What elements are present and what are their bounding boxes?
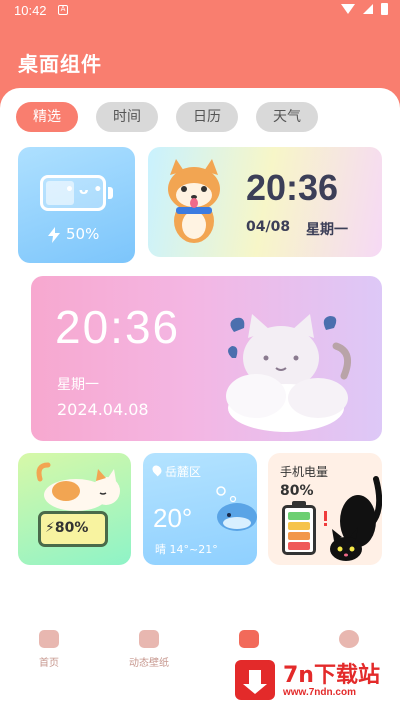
status-icons [341,3,388,15]
clock-weekday: 星期一 [306,222,348,238]
cat-battery-level: ⚡80% [38,511,108,547]
battery-bar [288,532,310,540]
status-time: 10:42 [14,3,47,18]
lightning-icon [48,227,60,243]
signal-icon [363,4,373,14]
wifi-icon [341,4,355,14]
nav-profile[interactable] [314,630,384,654]
tab-weather[interactable]: 天气 [256,102,318,132]
widgets-icon [239,630,259,648]
clock-time: 20:36 [246,167,339,208]
image-icon [139,630,159,648]
battery-percent: 50% [66,225,100,243]
battery-icon [381,3,388,15]
arrow-head [243,684,267,694]
battery-bar [288,522,310,530]
cat-cloud-icon [226,314,352,432]
location-pin-icon [150,463,164,477]
tab-calendar[interactable]: 日历 [176,102,238,132]
nav-label: 首页 [39,658,59,669]
battery-percent: ⚡80% [45,520,89,536]
tab-featured[interactable]: 精选 [16,102,78,132]
widget-clock-pink[interactable]: 20:36 星期一 2024.04.08 [31,276,382,441]
widget-battery-blue[interactable]: • ᴗ • 50% [18,147,135,263]
nav-label: 动态壁纸 [129,658,169,669]
widget-clock-dog[interactable]: 20:36 04/08 星期一 [148,147,382,257]
widget-phone-battery[interactable]: 手机电量 80% [268,453,382,565]
phone-battery-icon [282,505,316,555]
black-cat-icon [324,476,382,561]
nav-widgets[interactable] [214,630,284,654]
tab-time[interactable]: 时间 [96,102,158,132]
clock-weekday: 星期一 [57,377,99,393]
notification-icon: A [58,5,68,15]
battery-percent: 80% [280,483,314,499]
battery-face: • ᴗ • [65,182,103,198]
clock-date: 2024.04.08 [57,400,149,419]
battery-bar [288,512,310,520]
clock-time: 20:36 [55,301,181,353]
watermark-url: www.7ndn.com [283,687,356,698]
clock-date: 04/08 [246,219,291,235]
profile-icon [339,630,359,648]
dolphin-icon [216,486,257,531]
phone-battery-title: 手机电量 [280,465,329,479]
nav-home[interactable]: 首页 [14,630,84,669]
watermark: 7n下载站 www.7ndn.com [229,654,395,706]
shiba-dog-icon [168,159,220,243]
download-logo-icon [235,660,275,700]
category-tabs: 精选 时间 日历 天气 [16,102,318,132]
home-icon [39,630,59,648]
weather-temperature: 20° [153,503,193,533]
widget-weather[interactable]: 岳麓区 20° 晴 14°~21° [143,453,257,565]
nav-live-wallpaper[interactable]: 动态壁纸 [114,630,184,669]
battery-bar [288,542,310,550]
widget-cat-battery[interactable]: ⚡80% [18,453,131,565]
weather-location: 岳麓区 [165,465,202,479]
watermark-title: 7n下载站 [283,663,380,688]
status-bar: 10:42 A [0,0,400,24]
battery-face-icon: • ᴗ • [40,175,113,211]
weather-description: 晴 14°~21° [155,543,218,556]
cat-icon [36,462,120,511]
page-title: 桌面组件 [18,52,102,76]
